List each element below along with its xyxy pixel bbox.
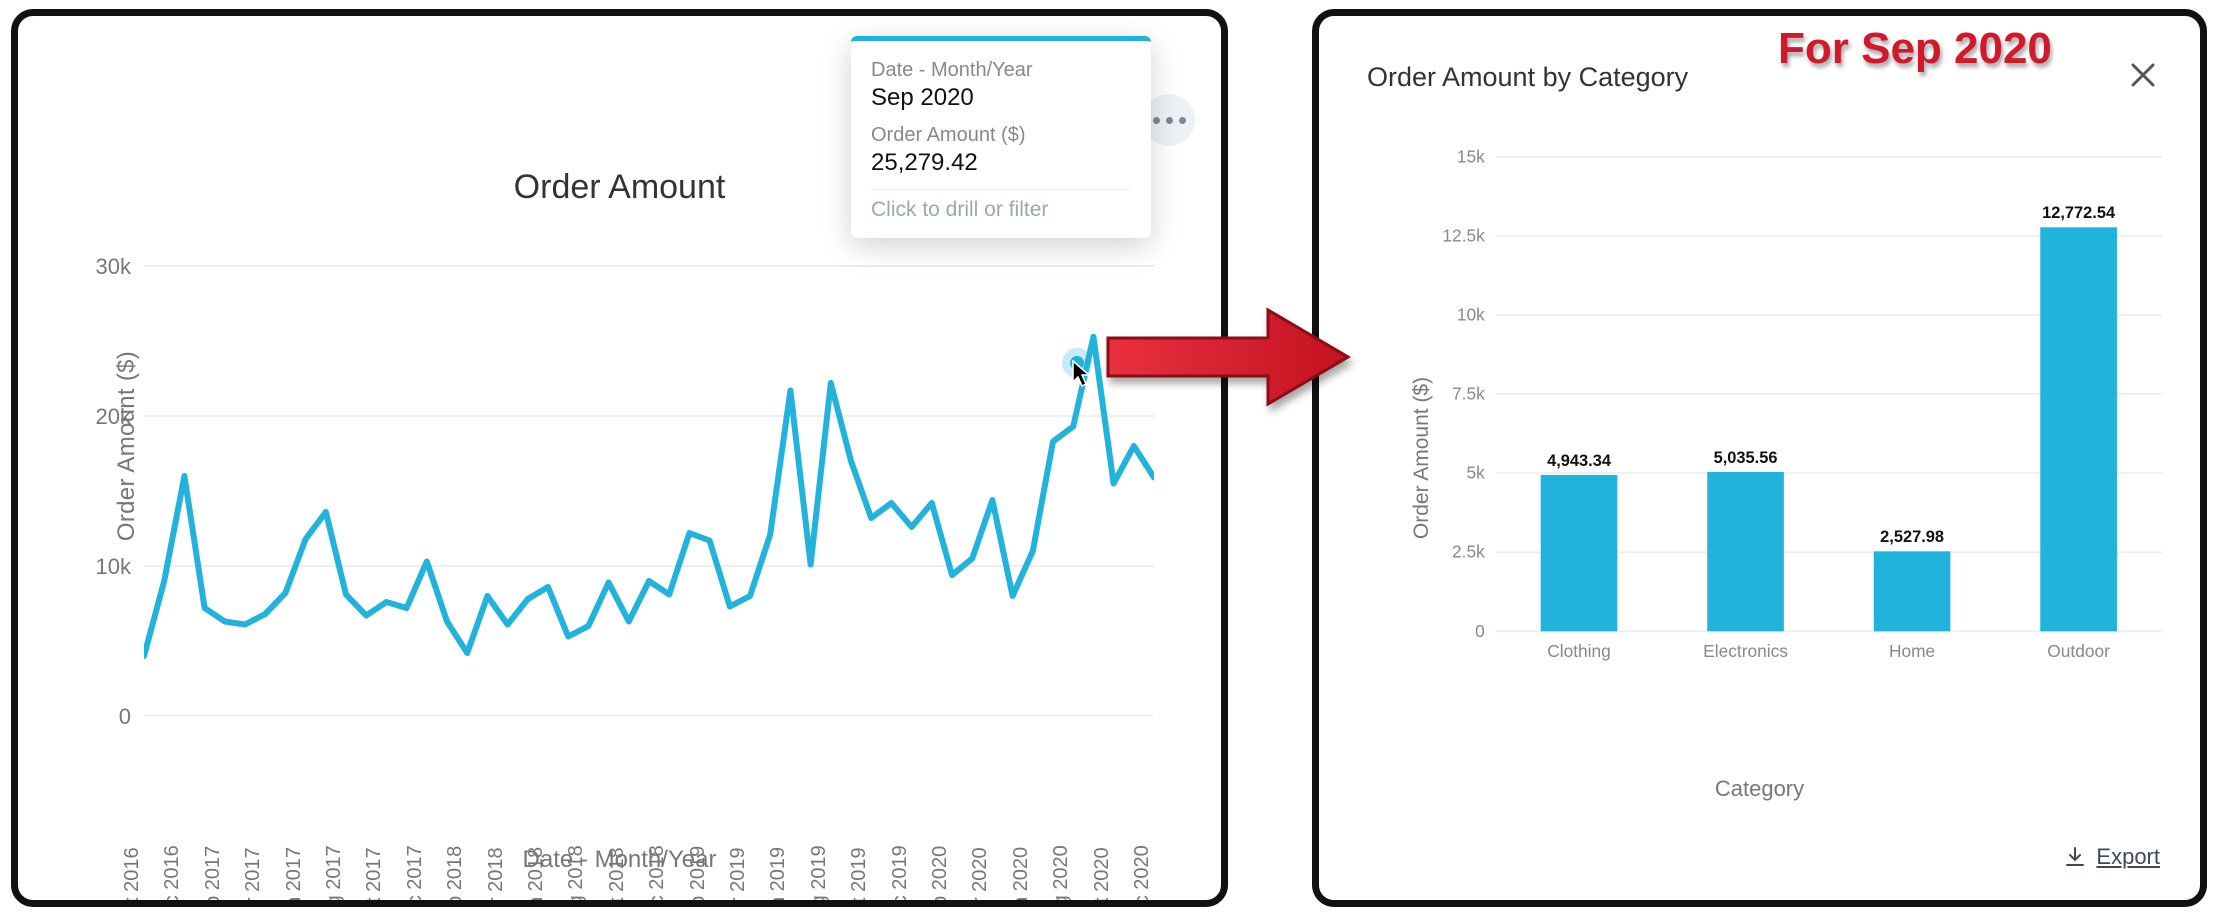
bar[interactable] <box>1707 472 1784 631</box>
svg-text:Electronics: Electronics <box>1703 641 1788 661</box>
drill-arrow-icon <box>1098 302 1358 412</box>
tooltip-field2-value: 25,279.42 <box>871 149 1131 177</box>
export-label: Export <box>2096 844 2160 870</box>
bar-chart-card: Order Amount by Category Order Amount ($… <box>1312 9 2207 907</box>
tooltip-field1-label: Date - Month/Year <box>871 59 1131 82</box>
line-chart-plot[interactable] <box>144 236 1154 716</box>
bar-chart-title: Order Amount by Category <box>1367 62 1688 93</box>
svg-text:15k: 15k <box>1457 146 1485 166</box>
x-axis-label: Date - Month/Year <box>18 846 1221 874</box>
bar-chart-plot[interactable]: 0 2.5k 5k 7.5k 10k 12.5k 15k 4,943.34 Clothing 5,… <box>1441 126 2171 706</box>
export-link[interactable]: Export <box>2064 844 2160 870</box>
svg-text:0: 0 <box>1475 621 1485 641</box>
close-icon <box>2130 62 2156 88</box>
line-chart-card: Order Amount Order Amount ($) 010k20k30k… <box>11 9 1228 907</box>
tooltip-field1-value: Sep 2020 <box>871 84 1131 112</box>
svg-text:10k: 10k <box>1457 304 1485 324</box>
svg-text:Home: Home <box>1889 641 1935 661</box>
chart-tooltip[interactable]: Date - Month/Year Sep 2020 Order Amount … <box>851 36 1151 238</box>
y-tick-label: 10k <box>71 554 131 580</box>
download-icon <box>2064 846 2086 868</box>
bar[interactable] <box>1874 551 1951 631</box>
bar[interactable] <box>2040 227 2117 631</box>
svg-text:2.5k: 2.5k <box>1452 542 1485 562</box>
ellipsis-icon <box>1153 117 1160 124</box>
y-tick-label: 0 <box>71 704 131 730</box>
svg-text:4,943.34: 4,943.34 <box>1547 452 1612 470</box>
bar[interactable] <box>1541 475 1618 631</box>
svg-text:Outdoor: Outdoor <box>2047 641 2110 661</box>
tooltip-field2-label: Order Amount ($) <box>871 124 1131 147</box>
y-tick-label: 30k <box>71 254 131 280</box>
cursor-icon <box>1072 360 1094 388</box>
svg-text:12.5k: 12.5k <box>1442 225 1485 245</box>
bar-x-axis-label: Category <box>1319 776 2200 802</box>
svg-text:Clothing: Clothing <box>1547 641 1611 661</box>
drill-caption: For Sep 2020 <box>1778 24 2052 74</box>
y-tick-label: 20k <box>71 404 131 430</box>
svg-text:5,035.56: 5,035.56 <box>1714 449 1778 467</box>
svg-text:2,527.98: 2,527.98 <box>1880 528 1944 546</box>
tooltip-drill-hint[interactable]: Click to drill or filter <box>871 198 1131 222</box>
close-button[interactable] <box>2126 56 2160 98</box>
svg-text:5k: 5k <box>1466 463 1485 483</box>
bar-y-axis-label: Order Amount ($) <box>1410 377 1434 539</box>
svg-text:12,772.54: 12,772.54 <box>2042 204 2116 222</box>
svg-text:7.5k: 7.5k <box>1452 384 1485 404</box>
y-axis-label: Order Amount ($) <box>113 351 141 541</box>
